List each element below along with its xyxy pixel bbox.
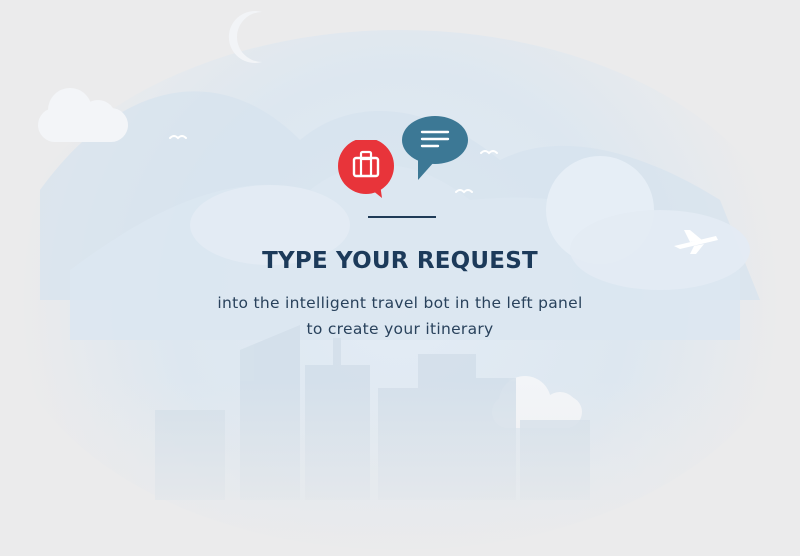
- empty-state-content: TYPE YOUR REQUEST into the intelligent t…: [0, 0, 800, 556]
- chat-bubble-icon: [402, 116, 468, 180]
- title-divider: [368, 216, 436, 218]
- empty-state-panel: TYPE YOUR REQUEST into the intelligent t…: [0, 0, 800, 556]
- suitcase-icon: [338, 140, 394, 198]
- empty-state-headline: TYPE YOUR REQUEST: [262, 248, 538, 274]
- description-line-2: to create your itinerary: [306, 320, 494, 338]
- empty-state-description: into the intelligent travel bot in the l…: [0, 290, 800, 342]
- description-line-1: into the intelligent travel bot in the l…: [217, 294, 583, 312]
